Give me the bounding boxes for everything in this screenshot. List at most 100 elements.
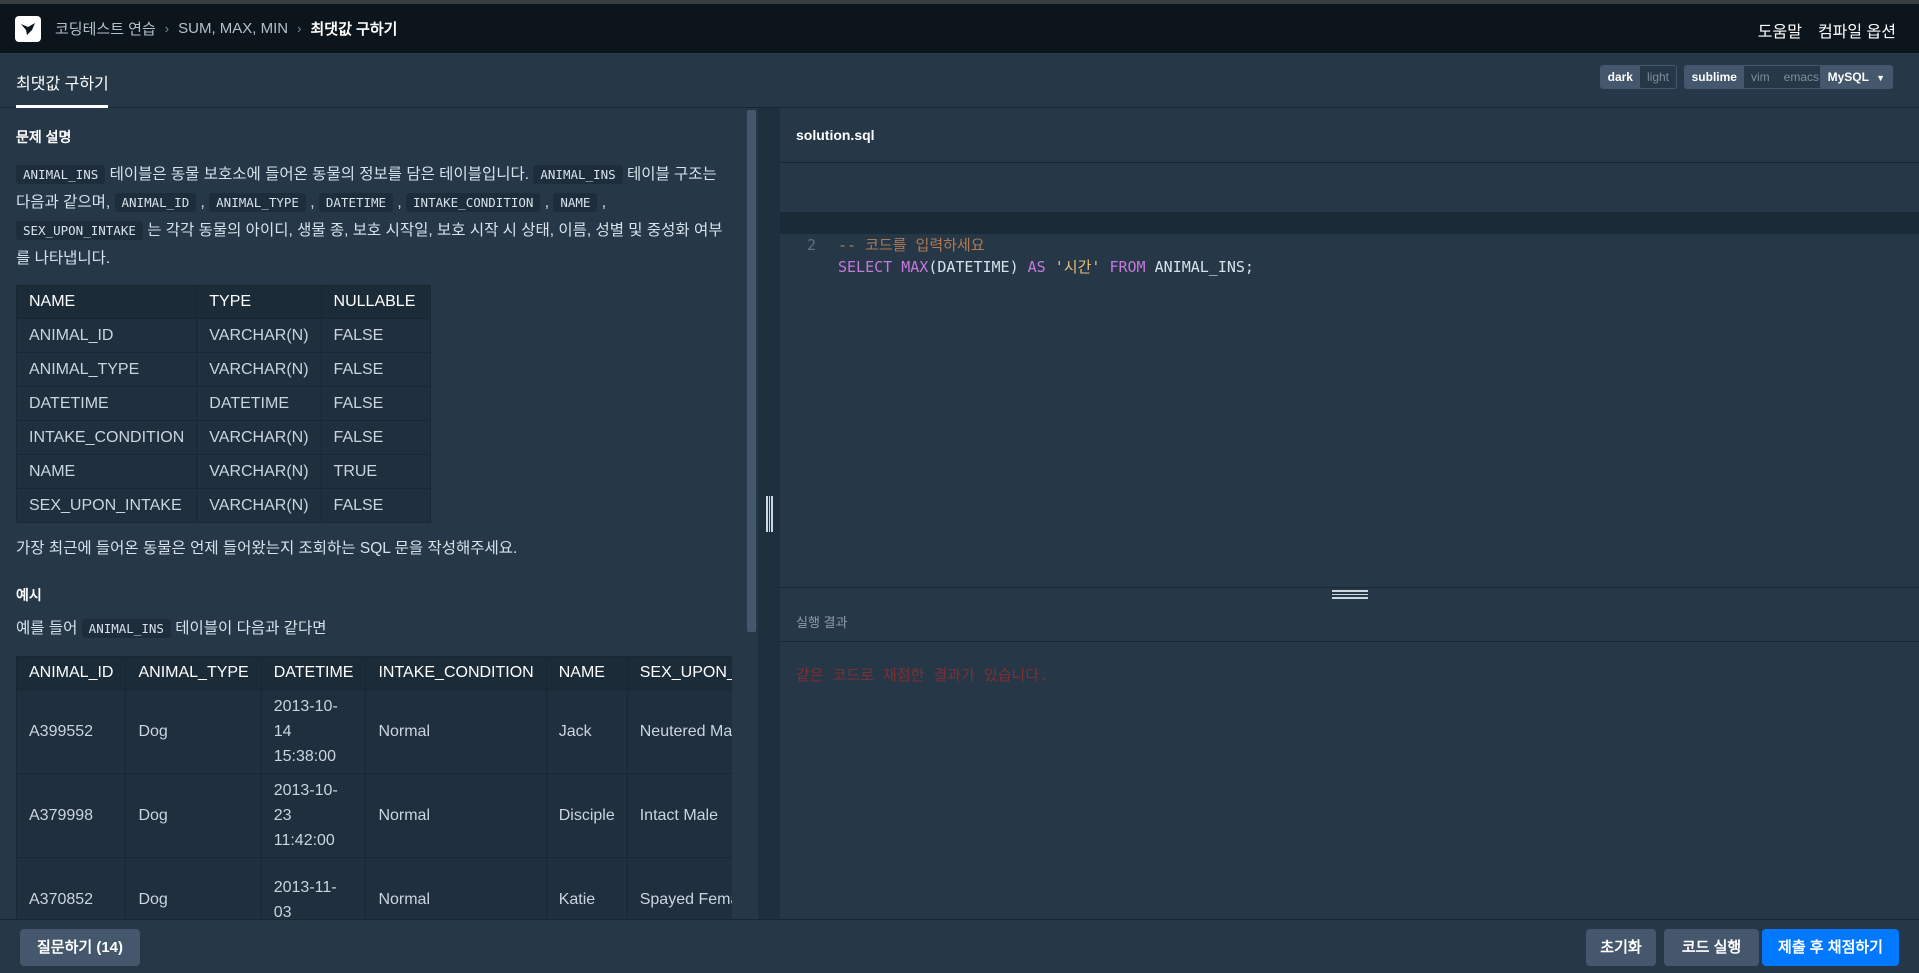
chevron-right-icon: ›: [164, 21, 170, 36]
keyword-as: AS: [1027, 258, 1046, 276]
table-cell: VARCHAR(N): [196, 318, 322, 353]
panel-splitter[interactable]: [758, 108, 780, 919]
table-row: A379998 Dog 2013-10-23 11:42:00 Normal D…: [16, 773, 732, 858]
table-header-row: NAME TYPE NULLABLE: [15, 285, 431, 319]
editor-panel: solution.sql 1 -- 코드를 입력하세요 2 SELECT MAX…: [780, 108, 1919, 919]
keymap-sublime-option[interactable]: sublime: [1684, 66, 1744, 88]
result-title: 실행 결과: [796, 615, 848, 630]
table-row: ANIMAL_ID VARCHAR(N) FALSE: [15, 318, 431, 353]
table-row: DATETIME DATETIME FALSE: [15, 386, 431, 421]
submit-button[interactable]: 제출 후 채점하기: [1762, 929, 1899, 966]
table-header: NULLABLE: [320, 285, 431, 319]
keymap-emacs-option[interactable]: emacs: [1776, 66, 1826, 88]
example-intro-post: 테이블이 다음과 같다면: [175, 620, 327, 637]
schema-table: NAME TYPE NULLABLE ANIMAL_ID VARCHAR(N) …: [15, 285, 431, 523]
run-code-button[interactable]: 코드 실행: [1664, 929, 1759, 966]
table-cell: Dog: [125, 689, 262, 774]
table-cell: Intact Male: [626, 773, 732, 858]
language-select[interactable]: MySQL ▼: [1819, 65, 1893, 89]
result-header: 실행 결과: [780, 587, 1919, 642]
problem-content: 문제 설명 ANIMAL_INS 테이블은 동물 보호소에 들어온 동물의 정보…: [15, 108, 732, 919]
table-cell: Dog: [125, 773, 262, 858]
table-header: NAME: [545, 656, 628, 690]
code-sex-upon-intake: SEX_UPON_INTAKE: [16, 221, 143, 240]
line-number: 2: [806, 236, 816, 254]
table-row: SEX_UPON_INTAKE VARCHAR(N) FALSE: [15, 488, 431, 523]
table-header: ANIMAL_TYPE: [125, 656, 262, 690]
table-cell: Normal: [365, 773, 547, 858]
keymap-vim-option[interactable]: vim: [1743, 66, 1777, 88]
table-cell: Neutered Mal: [626, 689, 732, 774]
tab-bar: 최댓값 구하기 dark light sublime vim emacs MyS…: [0, 53, 1919, 108]
table-cell: Normal: [365, 689, 547, 774]
table-cell: FALSE: [320, 488, 431, 523]
help-link[interactable]: 도움말: [1758, 18, 1802, 42]
code-animal-ins: ANIMAL_INS: [16, 165, 106, 184]
table-header: DATETIME: [260, 656, 367, 690]
theme-light-option[interactable]: light: [1639, 66, 1676, 88]
table-cell: VARCHAR(N): [196, 352, 322, 387]
table-cell: 2013-10-23 11:42:00: [260, 773, 367, 858]
table-header: TYPE: [196, 285, 322, 319]
section-title-description: 문제 설명: [16, 129, 72, 145]
tab-problem[interactable]: 최댓값 구하기: [16, 70, 109, 94]
table-header: NAME: [15, 285, 198, 319]
table-cell: 2013-11-03: [260, 857, 367, 919]
string-alias: '시간': [1054, 258, 1101, 276]
bottom-action-bar: 질문하기 (14) 초기화 코드 실행 제출 후 채점하기: [0, 919, 1919, 973]
breadcrumb-coding-test[interactable]: 코딩테스트 연습: [55, 18, 156, 39]
code-animal-id: ANIMAL_ID: [114, 193, 197, 212]
result-message: 같은 코드로 채점한 결과가 있습니다.: [796, 666, 1049, 684]
table-header: INTAKE_CONDITION: [365, 656, 547, 690]
sample-table-wrapper: ANIMAL_ID ANIMAL_TYPE DATETIME INTAKE_CO…: [16, 643, 732, 919]
table-row: A399552 Dog 2013-10-14 15:38:00 Normal J…: [16, 689, 732, 774]
breadcrumb-current: 최댓값 구하기: [310, 21, 398, 38]
code-comment: -- 코드를 입력하세요: [838, 236, 985, 254]
horizontal-drag-handle-icon[interactable]: [1332, 590, 1368, 599]
table-cell: 2013-10-14 15:38:00: [260, 689, 367, 774]
code-name: NAME: [553, 193, 598, 212]
reset-button[interactable]: 초기화: [1586, 929, 1656, 966]
code-editor[interactable]: 1 -- 코드를 입력하세요 2 SELECT MAX(DATETIME) AS…: [780, 162, 1919, 584]
table-cell: ANIMAL_ID: [15, 318, 198, 353]
table-cell: Disciple: [545, 773, 628, 858]
table-cell: Spayed Fema: [626, 857, 732, 919]
problem-intro: ANIMAL_INS 테이블은 동물 보호소에 들어온 동물의 정보를 담은 테…: [16, 165, 723, 267]
code-animal-type: ANIMAL_TYPE: [209, 193, 306, 212]
table-cell: VARCHAR(N): [196, 488, 322, 523]
section-title-example: 예시: [16, 587, 42, 603]
description-scrollbar[interactable]: [747, 110, 756, 632]
example-intro-pre: 예를 들어: [16, 620, 78, 637]
table-cell: A370852: [16, 857, 127, 919]
vertical-drag-handle-icon[interactable]: [766, 496, 773, 532]
table-cell: DATETIME: [196, 386, 322, 421]
programmers-logo-icon[interactable]: [15, 15, 41, 42]
breadcrumb-category[interactable]: SUM, MAX, MIN: [178, 20, 288, 37]
chevron-right-icon: ›: [297, 21, 302, 36]
table-name: ANIMAL_INS;: [1154, 258, 1254, 276]
table-header: SEX_UPON_IN: [626, 656, 732, 690]
table-cell: Katie: [545, 857, 628, 919]
code-line-1: 1 -- 코드를 입력하세요: [780, 190, 1919, 254]
keyword-from: FROM: [1109, 258, 1146, 276]
table-cell: FALSE: [320, 420, 431, 455]
sample-table: ANIMAL_ID ANIMAL_TYPE DATETIME INTAKE_CO…: [16, 656, 732, 919]
table-cell: Dog: [125, 857, 262, 919]
intro-text-1: 테이블은 동물 보호소에 들어온 동물의 정보를 담은 테이블입니다.: [109, 166, 530, 183]
table-row: A370852 Dog 2013-11-03 Normal Katie Spay…: [16, 857, 732, 919]
keyword-select: SELECT: [838, 258, 893, 276]
table-cell: NAME: [15, 454, 198, 489]
compile-options-link[interactable]: 컴파일 옵션: [1818, 18, 1896, 42]
table-cell: FALSE: [320, 386, 431, 421]
table-cell: DATETIME: [15, 386, 198, 421]
example-intro: 예를 들어 ANIMAL_INS 테이블이 다음과 같다면: [16, 615, 732, 643]
table-cell: Jack: [545, 689, 628, 774]
table-header: ANIMAL_ID: [16, 656, 127, 690]
code-intake-condition: INTAKE_CONDITION: [406, 193, 541, 212]
question-button[interactable]: 질문하기 (14): [20, 929, 140, 966]
theme-dark-option[interactable]: dark: [1600, 66, 1640, 88]
table-row: NAME VARCHAR(N) TRUE: [15, 454, 431, 489]
code-statement: SELECT MAX(DATETIME) AS '시간' FROM ANIMAL…: [838, 256, 1254, 278]
task-text: 가장 최근에 들어온 동물은 언제 들어왔는지 조회하는 SQL 문을 작성해주…: [16, 540, 518, 557]
code-animal-ins: ANIMAL_INS: [533, 165, 623, 184]
